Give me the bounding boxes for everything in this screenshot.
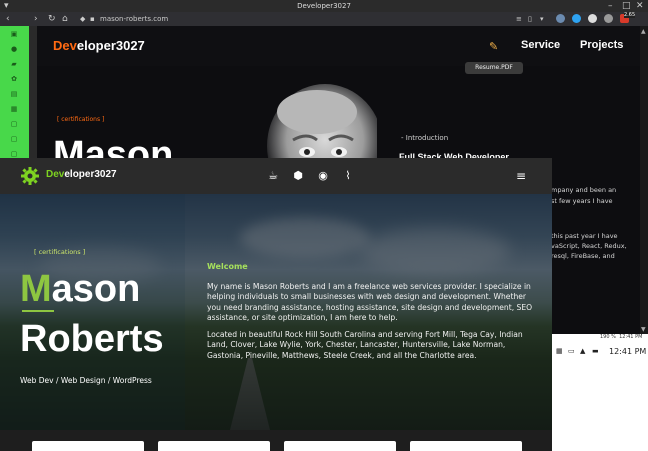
coffee-icon[interactable]: ☕ [266,169,280,183]
intro-label: - Introduction [401,134,449,142]
cube-icon[interactable]: ⬢ [291,169,305,183]
shield-icon[interactable]: ◆ [80,13,85,25]
front-certifications-link[interactable]: [ certifications ] [34,248,85,256]
dropdown-icon[interactable]: ▾ [540,13,544,25]
intro-paragraph: My name is Mason Roberts and I am a free… [207,282,533,322]
display-icon[interactable]: ▭ [568,347,575,355]
sidebar-lock-icon[interactable]: ▣ [9,29,19,39]
nav-service-link[interactable]: Service [521,39,560,51]
service-card[interactable] [32,441,144,451]
status-time: 12:41 PM [619,334,643,340]
first-name-heading: Mason [20,268,140,310]
window-titlebar: ▾ Developer3027 – □ ✕ [0,0,648,12]
back-scrollbar[interactable]: ▲ ▼ [640,26,648,338]
first-name-rest: ason [51,268,141,310]
back-text-line: this past year I have [551,232,618,240]
tagline: Web Dev / Web Design / WordPress [20,376,152,385]
sidebar-edit-icon[interactable]: ▰ [9,59,19,69]
bookmark-icon[interactable]: ▯ [528,13,532,25]
sidebar-box-icon[interactable]: ▢ [9,134,19,144]
sidebar-box-icon[interactable]: ▢ [9,119,19,129]
lock-icon: ▪ [90,15,95,23]
reader-icon[interactable]: ≡ [516,13,522,25]
back-certifications-link[interactable]: [ certifications ] [57,116,104,123]
extension-badge-count: 2.65 [624,12,636,18]
gear-logo-icon[interactable] [20,166,40,186]
zoom-level: 190 % 12:41 PM [600,334,642,340]
minimize-icon[interactable]: – [608,0,613,12]
monitor-icon[interactable]: ▬ [592,347,599,355]
service-card[interactable] [410,441,522,451]
logo-accent: Dev [46,169,65,180]
sidebar-grid-icon[interactable]: ▦ [9,104,19,114]
scroll-down-icon[interactable]: ▼ [641,326,646,333]
welcome-heading: Welcome [207,262,248,271]
robot-icon[interactable]: ◉ [316,169,330,183]
logo-rest: eloper3027 [64,169,117,180]
extension-settings-icon[interactable] [604,14,613,23]
front-site-logo[interactable]: Developer3027 [46,169,117,180]
sidebar-github-icon[interactable]: ● [9,44,19,54]
name-underline [22,310,54,312]
avatar-icon[interactable] [556,14,565,23]
nav-projects-link[interactable]: Projects [580,39,623,51]
network-icon[interactable]: ▦ [556,347,563,355]
extension-icon[interactable] [572,14,581,23]
logo-rest: eloper3027 [76,38,145,53]
pen-icon[interactable]: ✎ [489,40,503,53]
last-name-heading: Roberts [20,318,164,360]
home-icon[interactable]: ⌂ [62,13,68,25]
back-text-line: mpany and been an [551,186,617,194]
back-text-line: st few years I have [551,197,613,205]
back-text-line: vaScript, React, Redux, [551,242,627,250]
location-paragraph: Located in beautiful Rock Hill South Car… [207,330,523,360]
maximize-icon[interactable]: □ [622,0,631,12]
zoom-value: 190 % [600,334,616,340]
first-name-initial: M [20,268,52,310]
sidebar-leaf-icon[interactable]: ✿ [9,74,19,84]
resume-tooltip: Resume.PDF [465,62,523,74]
back-site-logo[interactable]: Developer3027 [53,38,145,53]
back-arrow-icon[interactable]: ‹ [6,13,10,25]
hamburger-icon[interactable]: ≡ [514,169,528,183]
browser-menu-icon[interactable]: ▾ [4,0,9,12]
logo-accent: Dev [53,38,77,53]
hero-left-panel [0,194,185,430]
sidebar-code-icon[interactable]: ▤ [9,89,19,99]
service-card[interactable] [284,441,396,451]
extension-gear-icon[interactable] [588,14,597,23]
url-bar[interactable]: mason-roberts.com [100,14,168,24]
front-website: Developer3027 ☕ ⬢ ◉ ⌇ ≡ [ certifications… [0,158,552,451]
tray-up-icon[interactable]: ▲ [580,347,585,355]
reload-icon[interactable]: ↻ [48,13,56,25]
window-title: Developer3027 [297,2,351,10]
close-icon[interactable]: ✕ [636,0,644,12]
taskbar-clock[interactable]: 12:41 PM [609,347,646,356]
back-text-line: resql, FireBase, and [551,252,615,260]
paperclip-icon[interactable]: ⌇ [341,169,355,183]
service-card[interactable] [158,441,270,451]
scroll-up-icon[interactable]: ▲ [641,28,646,35]
browser-toolbar: ‹ › ↻ ⌂ ◆ ▪ mason-roberts.com ≡ ▯ ▾ 2.65 [0,12,648,26]
forward-arrow-icon[interactable]: › [34,13,38,25]
